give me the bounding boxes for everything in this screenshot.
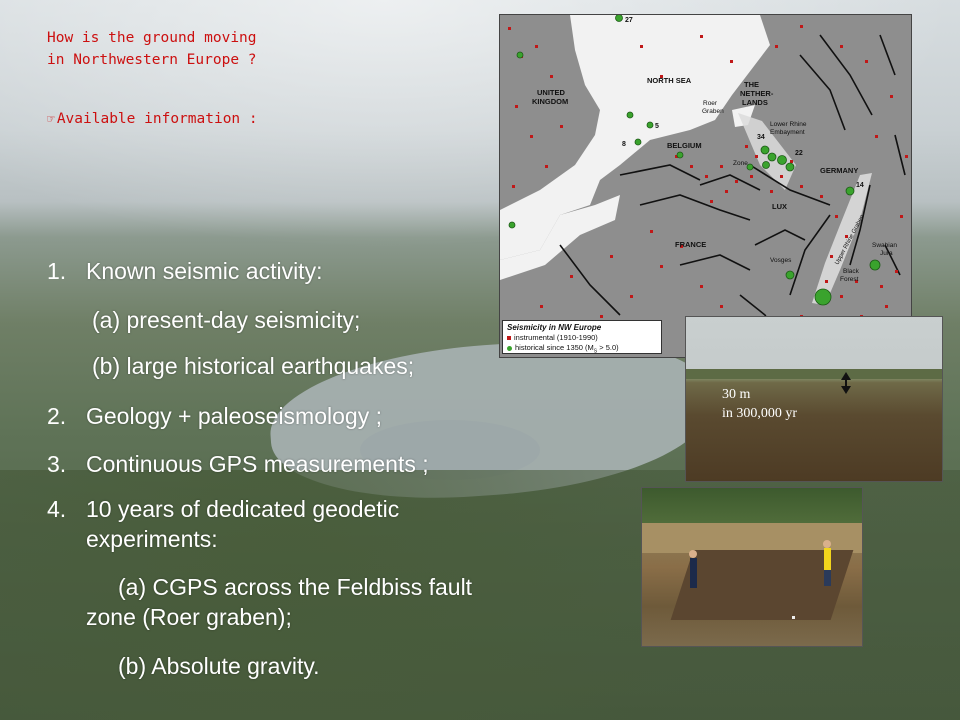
item-number: 1. <box>47 258 67 284</box>
label-germany: GERMANY <box>820 166 858 175</box>
label-roer-2: Graben <box>702 108 724 115</box>
label-black-1: Black <box>843 268 860 275</box>
label-nl-1: THE <box>744 80 759 89</box>
list-item: Known seismic activity: <box>86 258 323 284</box>
label-nl-3: LANDS <box>742 98 768 107</box>
title-line-2: in Northwestern Europe ? <box>47 52 257 68</box>
label-belgium: BELGIUM <box>667 141 702 150</box>
green-circle-icon <box>507 346 512 352</box>
label-n27: 27 <box>625 17 633 24</box>
label-n34: 34 <box>757 134 765 141</box>
legend-row-historical: historical since 1350 (MS > 5.0) <box>507 343 657 355</box>
subtitle: ☞ Available information : <box>47 111 258 127</box>
pointing-hand-icon: ☞ <box>47 111 55 127</box>
field-scarp-photo: 30 m in 300,000 yr <box>685 316 943 482</box>
label-uk-1: UNITED <box>537 88 566 97</box>
label-france: FRANCE <box>675 240 706 249</box>
photo-treeline <box>686 369 942 379</box>
seismicity-map: NORTH SEA UNITED KINGDOM THE NETHER- LAN… <box>499 14 912 358</box>
label-lre-2: Embayment <box>770 129 805 136</box>
label-lux: LUX <box>772 202 787 211</box>
label-lre-1: Lower Rhine <box>770 121 807 128</box>
label-n5: 5 <box>655 123 659 130</box>
red-square-icon <box>507 335 511 340</box>
legend-historical: historical since 1350 (MS > 5.0) <box>515 343 619 355</box>
label-nl-2: NETHER- <box>740 89 774 98</box>
label-north-sea: NORTH SEA <box>647 76 692 85</box>
map-legend: Seismicity in NW Europe instrumental (19… <box>502 320 662 355</box>
legend-row-instrumental: instrumental (1910-1990) <box>507 333 657 342</box>
label-black-2: Forest <box>840 276 859 283</box>
scarp-height-label: 30 m <box>722 387 751 402</box>
label-n14: 14 <box>856 182 864 189</box>
label-zone: Zone <box>733 160 748 167</box>
label-swabian-2: Jura <box>880 250 893 257</box>
label-n22: 22 <box>795 150 803 157</box>
label-swabian-1: Swabian <box>872 242 897 249</box>
label-roer-1: Roer <box>703 100 718 107</box>
legend-instrumental: instrumental (1910-1990) <box>514 333 598 342</box>
legend-title: Seismicity in NW Europe <box>507 323 602 332</box>
trench-photo <box>641 487 863 647</box>
title-line-1: How is the ground moving <box>47 30 257 46</box>
label-vosges: Vosges <box>770 257 792 264</box>
label-n8: 8 <box>622 141 626 148</box>
map-graphic: NORTH SEA UNITED KINGDOM THE NETHER- LAN… <box>500 15 911 357</box>
scarp-age-label: in 300,000 yr <box>722 406 798 421</box>
slide-title: How is the ground moving in Northwestern… <box>47 27 257 71</box>
trench-figures <box>689 540 831 619</box>
label-uk-2: KINGDOM <box>532 97 568 106</box>
subtitle-text: Available information : <box>56 111 258 127</box>
item-number: 2. <box>47 403 67 429</box>
double-arrow-icon <box>841 372 851 394</box>
list-item: (a) present-day seismicity; <box>92 307 361 333</box>
slide: How is the ground moving in Northwestern… <box>0 0 960 720</box>
